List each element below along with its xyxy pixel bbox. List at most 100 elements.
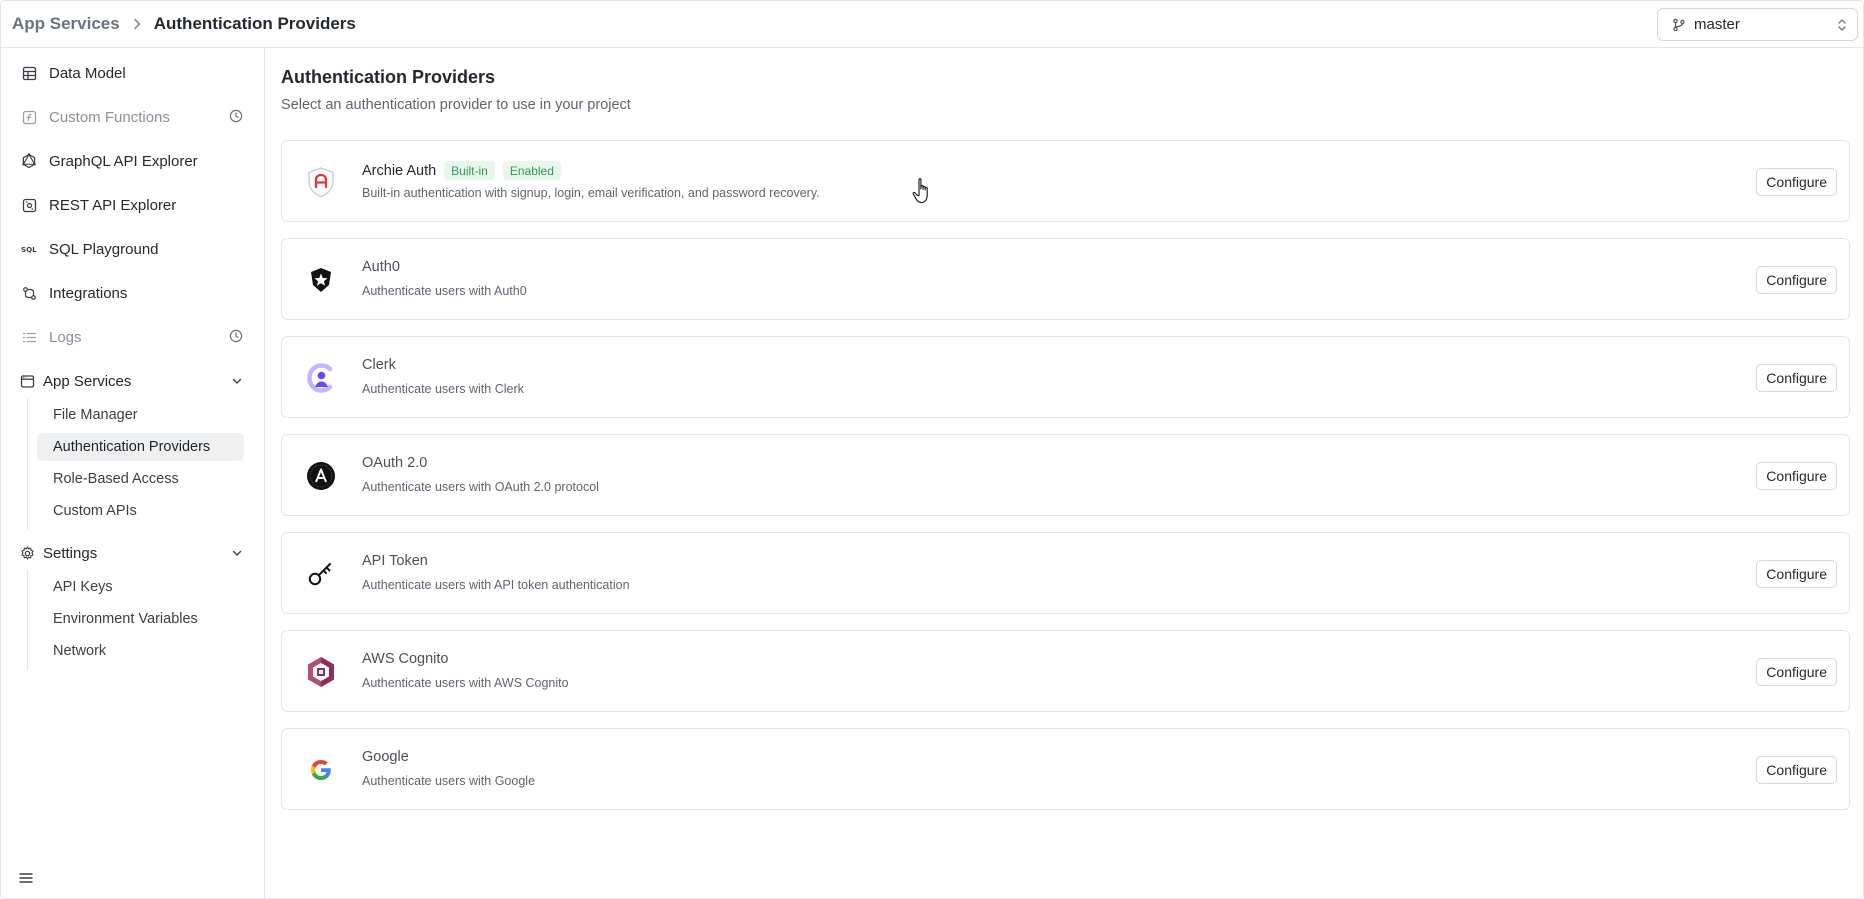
function-icon bbox=[21, 109, 37, 125]
provider-card-aws-cognito[interactable]: AWS Cognito Authenticate users with AWS … bbox=[281, 630, 1850, 712]
main-content: Authentication Providers Select an authe… bbox=[266, 48, 1863, 898]
tree-guide-line bbox=[27, 570, 28, 670]
provider-description: Authenticate users with Google bbox=[362, 774, 536, 788]
configure-button[interactable]: Configure bbox=[1756, 462, 1837, 490]
configure-button[interactable]: Configure bbox=[1756, 560, 1837, 588]
provider-name: Clerk bbox=[362, 357, 396, 373]
provider-card-google[interactable]: Google Authenticate users with Google Co… bbox=[281, 728, 1850, 810]
configure-button[interactable]: Configure bbox=[1756, 756, 1837, 784]
top-bar: App Services Authentication Providers ma… bbox=[1, 1, 1863, 48]
breadcrumb-root[interactable]: App Services bbox=[12, 14, 120, 34]
provider-name: Archie Auth bbox=[362, 162, 437, 179]
sidebar-item-sql-playground[interactable]: SQL SQL Playground bbox=[11, 232, 253, 266]
sidebar-item-rest-api-explorer[interactable]: REST API Explorer bbox=[11, 188, 253, 222]
menu-icon[interactable] bbox=[19, 872, 33, 884]
gear-icon bbox=[19, 545, 35, 561]
oauth-icon bbox=[305, 460, 337, 492]
provider-name: OAuth 2.0 bbox=[362, 455, 428, 471]
git-branch-icon bbox=[1672, 18, 1686, 32]
sidebar-item-label: REST API Explorer bbox=[49, 196, 177, 214]
clock-icon bbox=[229, 109, 243, 123]
provider-description: Authenticate users with OAuth 2.0 protoc… bbox=[362, 480, 599, 494]
key-icon bbox=[305, 558, 337, 590]
sidebar-item-label: Integrations bbox=[49, 284, 128, 302]
page-title: Authentication Providers bbox=[281, 67, 496, 87]
google-icon bbox=[305, 754, 337, 786]
auth0-icon bbox=[305, 264, 337, 296]
provider-name: AWS Cognito bbox=[362, 651, 449, 667]
provider-name-row: Google bbox=[362, 749, 409, 765]
provider-card-clerk[interactable]: Clerk Authenticate users with Clerk Conf… bbox=[281, 336, 1850, 418]
app-window: App Services Authentication Providers ma… bbox=[0, 0, 1864, 899]
chevron-right-icon bbox=[132, 18, 142, 30]
provider-name-row: Archie Auth Built-in Enabled bbox=[362, 161, 561, 180]
rest-api-icon bbox=[21, 197, 37, 213]
sidebar-subitem-custom-apis[interactable]: Custom APIs bbox=[37, 497, 244, 525]
breadcrumb-current: Authentication Providers bbox=[153, 14, 356, 33]
logs-icon bbox=[21, 329, 37, 345]
sidebar-item-custom-functions[interactable]: Custom Functions bbox=[11, 100, 253, 134]
provider-description: Built-in authentication with signup, log… bbox=[362, 186, 820, 200]
provider-description: Authenticate users with AWS Cognito bbox=[362, 676, 569, 690]
sidebar-item-logs[interactable]: Logs bbox=[11, 320, 253, 354]
sidebar: Data Model Custom Functions GraphQL API … bbox=[1, 48, 265, 898]
svg-text:SQL: SQL bbox=[21, 245, 37, 254]
sidebar-item-label: GraphQL API Explorer bbox=[49, 152, 198, 170]
sidebar-subitem-network[interactable]: Network bbox=[37, 637, 244, 665]
configure-button[interactable]: Configure bbox=[1756, 364, 1837, 392]
clock-icon bbox=[229, 329, 243, 343]
sidebar-item-label: Logs bbox=[49, 328, 82, 346]
badge-enabled: Enabled bbox=[502, 161, 561, 180]
sidebar-subitem-api-keys[interactable]: API Keys bbox=[37, 573, 244, 601]
sidebar-item-label: SQL Playground bbox=[49, 240, 159, 258]
sidebar-subitem-file-manager[interactable]: File Manager bbox=[37, 401, 244, 429]
sidebar-subitem-environment-variables[interactable]: Environment Variables bbox=[37, 605, 244, 633]
provider-name-row: Auth0 bbox=[362, 259, 400, 275]
table-icon bbox=[21, 65, 37, 81]
chevron-down-icon[interactable] bbox=[231, 547, 243, 559]
sidebar-item-graphql-api-explorer[interactable]: GraphQL API Explorer bbox=[11, 144, 253, 178]
sidebar-subitem-role-based-access[interactable]: Role-Based Access bbox=[37, 465, 244, 493]
sidebar-item-integrations[interactable]: Integrations bbox=[11, 276, 253, 310]
aws-cognito-icon bbox=[305, 656, 337, 688]
tree-guide-line bbox=[27, 398, 28, 530]
provider-description: Authenticate users with Clerk bbox=[362, 382, 524, 396]
provider-card-api-token[interactable]: API Token Authenticate users with API to… bbox=[281, 532, 1850, 614]
configure-button[interactable]: Configure bbox=[1756, 266, 1837, 294]
sidebar-item-data-model[interactable]: Data Model bbox=[11, 56, 253, 90]
graphql-icon bbox=[21, 153, 37, 169]
badge-built-in: Built-in bbox=[444, 161, 495, 180]
page-subtitle: Select an authentication provider to use… bbox=[281, 97, 631, 113]
provider-name-row: AWS Cognito bbox=[362, 651, 449, 667]
clerk-icon bbox=[305, 362, 337, 394]
branch-label: master bbox=[1694, 16, 1740, 33]
configure-button[interactable]: Configure bbox=[1756, 658, 1837, 686]
sidebar-group-app-services[interactable]: App Services bbox=[11, 364, 253, 398]
provider-name-row: API Token bbox=[362, 553, 428, 569]
sidebar-group-label: Settings bbox=[43, 544, 98, 562]
hand-pointer-cursor-icon bbox=[912, 177, 934, 210]
configure-button[interactable]: Configure bbox=[1756, 168, 1837, 196]
sql-icon: SQL bbox=[21, 241, 37, 257]
sidebar-item-label: Data Model bbox=[49, 64, 126, 82]
provider-card-oauth[interactable]: OAuth 2.0 Authenticate users with OAuth … bbox=[281, 434, 1850, 516]
branch-selector[interactable]: master bbox=[1657, 8, 1858, 41]
provider-description: Authenticate users with API token authen… bbox=[362, 578, 630, 592]
integrations-icon bbox=[21, 285, 37, 301]
provider-name: Google bbox=[362, 749, 409, 765]
browser-window-icon bbox=[19, 373, 35, 389]
chevron-down-icon[interactable] bbox=[231, 375, 243, 387]
provider-card-auth0[interactable]: Auth0 Authenticate users with Auth0 Conf… bbox=[281, 238, 1850, 320]
provider-description: Authenticate users with Auth0 bbox=[362, 284, 527, 298]
sidebar-item-label: Custom Functions bbox=[49, 108, 170, 126]
provider-name: API Token bbox=[362, 553, 428, 569]
provider-name-row: Clerk bbox=[362, 357, 396, 373]
sidebar-group-settings[interactable]: Settings bbox=[11, 536, 253, 570]
sidebar-group-label: App Services bbox=[43, 372, 132, 390]
chevron-up-down-icon bbox=[1837, 18, 1847, 32]
provider-name: Auth0 bbox=[362, 259, 400, 275]
sidebar-subitem-authentication-providers[interactable]: Authentication Providers bbox=[37, 433, 244, 461]
provider-name-row: OAuth 2.0 bbox=[362, 455, 427, 471]
provider-card-archie-auth[interactable]: Archie Auth Built-in Enabled Built-in au… bbox=[281, 140, 1850, 222]
archie-shield-icon bbox=[305, 166, 337, 198]
